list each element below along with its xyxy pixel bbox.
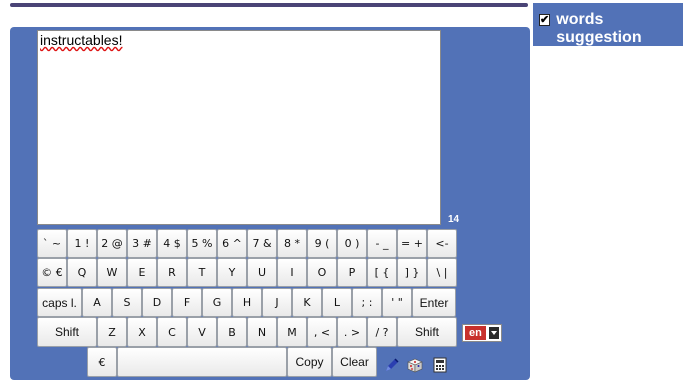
key-n[interactable]: N bbox=[247, 317, 277, 347]
key-v[interactable]: V bbox=[187, 317, 217, 347]
key-sym-10[interactable]: ; : bbox=[352, 288, 382, 317]
key-sym-11[interactable]: ' " bbox=[382, 288, 412, 317]
key-sym-13[interactable]: \ | bbox=[427, 258, 457, 287]
editor-text: instructables! bbox=[40, 32, 123, 48]
text-editor[interactable]: instructables! bbox=[37, 30, 441, 225]
key-q[interactable]: Q bbox=[67, 258, 97, 287]
top-divider-bar bbox=[10, 3, 528, 7]
clear-button[interactable]: Clear bbox=[332, 347, 377, 377]
key-x[interactable]: X bbox=[127, 317, 157, 347]
key-sym-12[interactable]: ] } bbox=[397, 258, 427, 287]
key-o[interactable]: O bbox=[307, 258, 337, 287]
suggestion-label: words suggestion bbox=[556, 11, 642, 46]
key-t[interactable]: T bbox=[187, 258, 217, 287]
key-8[interactable]: 8 * bbox=[277, 229, 307, 258]
key-f[interactable]: F bbox=[172, 288, 202, 317]
key-sym-0[interactable]: © € bbox=[37, 258, 67, 287]
key-caps-l[interactable]: caps l. bbox=[37, 288, 82, 317]
chevron-down-icon bbox=[488, 327, 499, 339]
language-code: en bbox=[465, 326, 486, 340]
key-j[interactable]: J bbox=[262, 288, 292, 317]
key-w[interactable]: W bbox=[97, 258, 127, 287]
key-4[interactable]: 4 $ bbox=[157, 229, 187, 258]
key-enter[interactable]: Enter bbox=[412, 288, 456, 317]
key-m[interactable]: M bbox=[277, 317, 307, 347]
key-c[interactable]: C bbox=[157, 317, 187, 347]
calculator-icon[interactable] bbox=[432, 357, 448, 373]
key-a[interactable]: A bbox=[82, 288, 112, 317]
key-u[interactable]: U bbox=[247, 258, 277, 287]
language-select[interactable]: en bbox=[462, 324, 502, 342]
key-sym-10[interactable]: / ? bbox=[367, 317, 397, 347]
key-sym-8[interactable]: , < bbox=[307, 317, 337, 347]
key-1[interactable]: 1 ! bbox=[67, 229, 97, 258]
key-b[interactable]: B bbox=[217, 317, 247, 347]
checkmark-icon: ✔ bbox=[540, 13, 550, 26]
pen-icon[interactable] bbox=[384, 357, 400, 373]
dice-icon[interactable] bbox=[407, 357, 423, 373]
key-p[interactable]: P bbox=[337, 258, 367, 287]
key-e[interactable]: E bbox=[127, 258, 157, 287]
key-sym-11[interactable]: - _ bbox=[367, 229, 397, 258]
suggestion-checkbox[interactable]: ✔ bbox=[539, 13, 551, 26]
key-euro[interactable]: € bbox=[87, 347, 117, 377]
key-h[interactable]: H bbox=[232, 288, 262, 317]
key-7[interactable]: 7 & bbox=[247, 229, 277, 258]
key-shift-right[interactable]: Shift bbox=[397, 317, 457, 347]
key-sym-0[interactable]: ` ~ bbox=[37, 229, 67, 258]
key-y[interactable]: Y bbox=[217, 258, 247, 287]
key-2[interactable]: 2 @ bbox=[97, 229, 127, 258]
key-sym-13[interactable]: <- bbox=[427, 229, 457, 258]
key-g[interactable]: G bbox=[202, 288, 232, 317]
key-6[interactable]: 6 ^ bbox=[217, 229, 247, 258]
key-0[interactable]: 0 ) bbox=[337, 229, 367, 258]
key-l[interactable]: L bbox=[322, 288, 352, 317]
key-z[interactable]: Z bbox=[97, 317, 127, 347]
key-i[interactable]: I bbox=[277, 258, 307, 287]
key-sym-12[interactable]: = + bbox=[397, 229, 427, 258]
key-shift-left[interactable]: Shift bbox=[37, 317, 97, 347]
copy-button[interactable]: Copy bbox=[287, 347, 332, 377]
key-s[interactable]: S bbox=[112, 288, 142, 317]
key-sym-11[interactable]: [ { bbox=[367, 258, 397, 287]
key-9[interactable]: 9 ( bbox=[307, 229, 337, 258]
key-r[interactable]: R bbox=[157, 258, 187, 287]
words-suggestion-toggle[interactable]: ✔ words suggestion bbox=[533, 3, 683, 46]
character-count: 14 bbox=[448, 214, 460, 225]
key-space[interactable] bbox=[117, 347, 287, 377]
key-5[interactable]: 5 % bbox=[187, 229, 217, 258]
key-3[interactable]: 3 # bbox=[127, 229, 157, 258]
key-d[interactable]: D bbox=[142, 288, 172, 317]
key-k[interactable]: K bbox=[292, 288, 322, 317]
key-sym-9[interactable]: . > bbox=[337, 317, 367, 347]
